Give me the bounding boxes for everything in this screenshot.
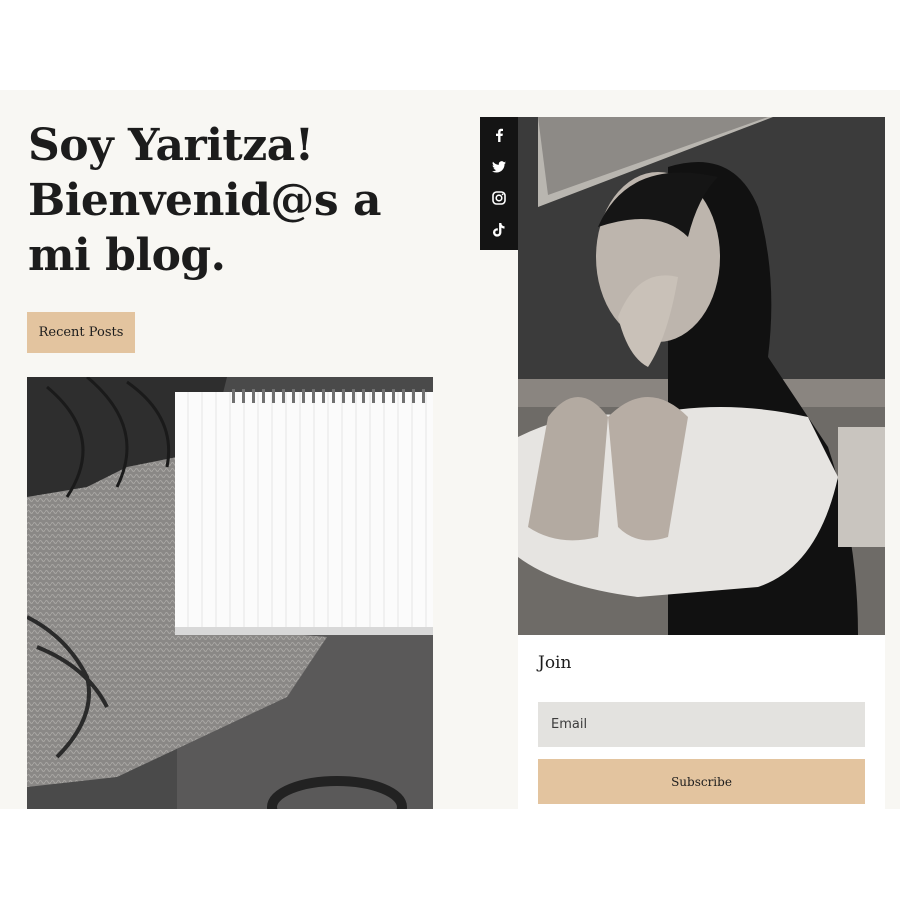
- join-panel: Join Subscribe: [518, 635, 885, 809]
- social-links-bar: [480, 117, 518, 250]
- tiktok-icon[interactable]: [480, 215, 518, 245]
- subscribe-button[interactable]: Subscribe: [538, 759, 865, 804]
- page-title: Soy Yaritza! Bienvenid@s a mi blog.: [28, 120, 382, 281]
- facebook-icon[interactable]: [480, 120, 518, 150]
- twitter-icon[interactable]: [480, 152, 518, 182]
- email-input[interactable]: [538, 702, 865, 747]
- join-title: Join: [538, 653, 572, 673]
- recent-posts-button[interactable]: Recent Posts: [27, 312, 135, 353]
- instagram-icon[interactable]: [480, 183, 518, 213]
- notebook-photo: [27, 377, 433, 809]
- portrait-photo: [518, 117, 885, 635]
